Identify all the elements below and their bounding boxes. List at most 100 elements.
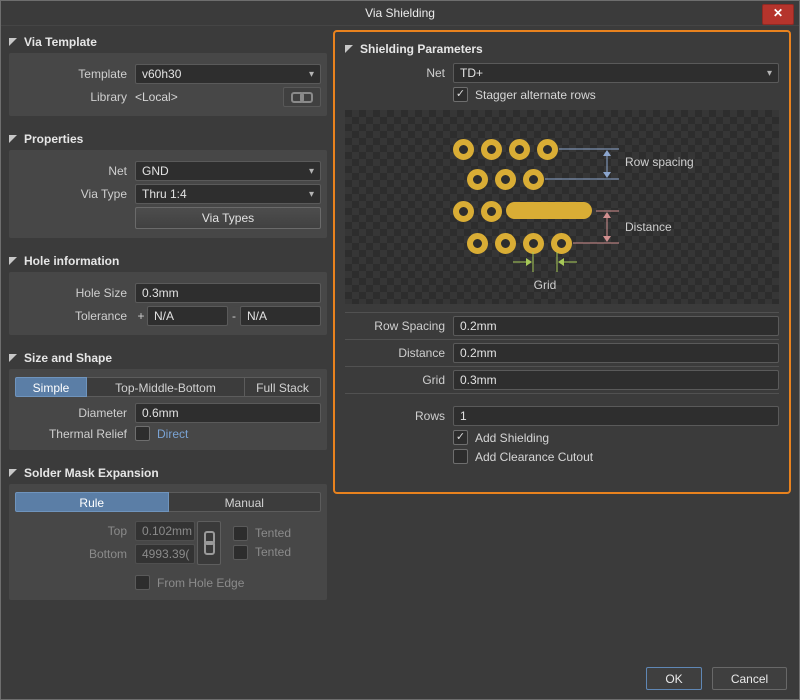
chevron-down-icon: ▾ bbox=[309, 69, 314, 80]
add-clearance-row: Add Clearance Cutout bbox=[453, 449, 779, 464]
tolerance-plus-value: N/A bbox=[154, 309, 174, 323]
close-icon: ✕ bbox=[773, 6, 783, 20]
hole-information-panel: Hole Size 0.3mm Tolerance + N/A - N/A bbox=[9, 272, 327, 335]
section-title: Shielding Parameters bbox=[360, 42, 483, 56]
link-icon bbox=[300, 92, 313, 103]
library-link-button[interactable] bbox=[283, 87, 321, 107]
net-dropdown[interactable]: GND ▾ bbox=[135, 161, 321, 181]
size-shape-tabs: Simple Top-Middle-Bottom Full Stack bbox=[15, 377, 321, 397]
row-spacing-label: Row Spacing bbox=[345, 319, 453, 333]
chevron-down-icon: ▾ bbox=[309, 189, 314, 200]
section-header-solder-mask-expansion[interactable]: Solder Mask Expansion bbox=[9, 462, 327, 484]
collapse-icon bbox=[9, 354, 17, 362]
solder-mask-panel: Rule Manual Top 0.102mm Bottom bbox=[9, 484, 327, 600]
section-header-size-and-shape[interactable]: Size and Shape bbox=[9, 347, 327, 369]
tented-top-label: Tented bbox=[255, 526, 291, 540]
collapse-icon bbox=[9, 38, 17, 46]
library-value: <Local> bbox=[135, 90, 283, 104]
via-type-dropdown[interactable]: Thru 1:4 ▾ bbox=[135, 184, 321, 204]
row-spacing-value: 0.2mm bbox=[460, 319, 497, 333]
section-solder-mask-expansion: Solder Mask Expansion Rule Manual Top 0.… bbox=[9, 462, 327, 600]
template-label: Template bbox=[15, 67, 135, 81]
bottom-expansion-value: 4993.39( bbox=[142, 547, 189, 561]
tab-manual[interactable]: Manual bbox=[169, 492, 322, 512]
link-values-toggle[interactable] bbox=[197, 521, 221, 565]
add-shielding-label[interactable]: Add Shielding bbox=[475, 431, 549, 445]
ok-button[interactable]: OK bbox=[646, 667, 702, 690]
collapse-icon bbox=[9, 135, 17, 143]
section-title: Solder Mask Expansion bbox=[24, 466, 159, 480]
bottom-expansion-input[interactable]: 4993.39( bbox=[135, 544, 195, 564]
close-button[interactable]: ✕ bbox=[762, 4, 794, 25]
via-shielding-dialog: Via Shielding ✕ Via Template Template v6… bbox=[0, 0, 800, 700]
cancel-button[interactable]: Cancel bbox=[712, 667, 787, 690]
section-title: Via Template bbox=[24, 35, 97, 49]
section-title: Properties bbox=[24, 132, 83, 146]
from-hole-edge-checkbox[interactable] bbox=[135, 575, 150, 590]
stagger-checkbox[interactable]: ✓ bbox=[453, 87, 468, 102]
library-label: Library bbox=[15, 90, 135, 104]
rows-input[interactable]: 1 bbox=[453, 406, 779, 426]
rows-value: 1 bbox=[460, 409, 467, 423]
spacing-parameters: Row Spacing 0.2mm Distance 0.2mm Grid 0.… bbox=[345, 312, 779, 394]
template-dropdown[interactable]: v60h30 ▾ bbox=[135, 64, 321, 84]
tolerance-label: Tolerance bbox=[15, 309, 135, 323]
via-types-button[interactable]: Via Types bbox=[135, 207, 321, 229]
chevron-down-icon: ▾ bbox=[767, 68, 772, 79]
tented-bottom-checkbox[interactable] bbox=[233, 545, 248, 560]
section-header-via-template[interactable]: Via Template bbox=[9, 31, 327, 53]
section-header-hole-information[interactable]: Hole information bbox=[9, 250, 327, 272]
section-via-template: Via Template Template v60h30 ▾ Library <… bbox=[9, 31, 327, 116]
shielding-preview-diagram: Row spacing Distance Grid bbox=[345, 110, 779, 304]
add-shielding-row: ✓ Add Shielding bbox=[453, 430, 779, 445]
add-shielding-checkbox[interactable]: ✓ bbox=[453, 430, 468, 445]
section-header-shielding-parameters[interactable]: Shielding Parameters bbox=[345, 38, 779, 60]
tab-simple[interactable]: Simple bbox=[15, 377, 87, 397]
solder-mask-values: Top 0.102mm Bottom 4993.39( bbox=[15, 518, 321, 567]
hole-size-label: Hole Size bbox=[15, 286, 135, 300]
template-value: v60h30 bbox=[142, 67, 181, 81]
diagram-distance-label: Distance bbox=[625, 220, 672, 234]
chevron-down-icon: ▾ bbox=[309, 166, 314, 177]
grid-input[interactable]: 0.3mm bbox=[453, 370, 779, 390]
tented-top-checkbox[interactable] bbox=[233, 526, 248, 541]
dialog-title: Via Shielding bbox=[365, 6, 435, 20]
grid-label: Grid bbox=[345, 373, 453, 387]
collapse-icon bbox=[345, 45, 353, 53]
add-clearance-cutout-label[interactable]: Add Clearance Cutout bbox=[475, 450, 593, 464]
distance-value: 0.2mm bbox=[460, 346, 497, 360]
tolerance-plus-input[interactable]: N/A bbox=[147, 306, 228, 326]
stagger-label[interactable]: Stagger alternate rows bbox=[475, 88, 596, 102]
tented-bottom-label: Tented bbox=[255, 545, 291, 559]
diameter-value: 0.6mm bbox=[142, 406, 179, 420]
check-icon: ✓ bbox=[456, 432, 465, 443]
top-label: Top bbox=[15, 524, 135, 538]
grid-value: 0.3mm bbox=[460, 373, 497, 387]
section-hole-information: Hole information Hole Size 0.3mm Toleran… bbox=[9, 250, 327, 335]
tab-rule[interactable]: Rule bbox=[15, 492, 169, 512]
check-icon: ✓ bbox=[456, 89, 465, 100]
tab-top-middle-bottom[interactable]: Top-Middle-Bottom bbox=[87, 377, 245, 397]
hole-size-input[interactable]: 0.3mm bbox=[135, 283, 321, 303]
diameter-input[interactable]: 0.6mm bbox=[135, 403, 321, 423]
bottom-label: Bottom bbox=[15, 547, 135, 561]
section-size-and-shape: Size and Shape Simple Top-Middle-Bottom … bbox=[9, 347, 327, 450]
row-spacing-input[interactable]: 0.2mm bbox=[453, 316, 779, 336]
direct-checkbox-label[interactable]: Direct bbox=[157, 427, 188, 441]
section-header-properties[interactable]: Properties bbox=[9, 128, 327, 150]
tolerance-minus-sign: - bbox=[228, 309, 240, 323]
distance-input[interactable]: 0.2mm bbox=[453, 343, 779, 363]
add-clearance-cutout-checkbox[interactable] bbox=[453, 449, 468, 464]
solder-mask-tabs: Rule Manual bbox=[15, 492, 321, 512]
stagger-row: ✓ Stagger alternate rows bbox=[453, 87, 779, 102]
tolerance-minus-value: N/A bbox=[247, 309, 267, 323]
direct-checkbox[interactable] bbox=[135, 426, 150, 441]
from-hole-edge-row: From Hole Edge bbox=[135, 575, 321, 590]
top-expansion-input[interactable]: 0.102mm bbox=[135, 521, 195, 541]
shield-net-dropdown[interactable]: TD+ ▾ bbox=[453, 63, 779, 83]
tab-full-stack[interactable]: Full Stack bbox=[245, 377, 321, 397]
diagram-grid-label: Grid bbox=[517, 278, 573, 292]
net-value: GND bbox=[142, 164, 169, 178]
tolerance-minus-input[interactable]: N/A bbox=[240, 306, 321, 326]
shielding-parameters-section: Shielding Parameters Net TD+ ▾ ✓ Stagger… bbox=[333, 30, 791, 494]
